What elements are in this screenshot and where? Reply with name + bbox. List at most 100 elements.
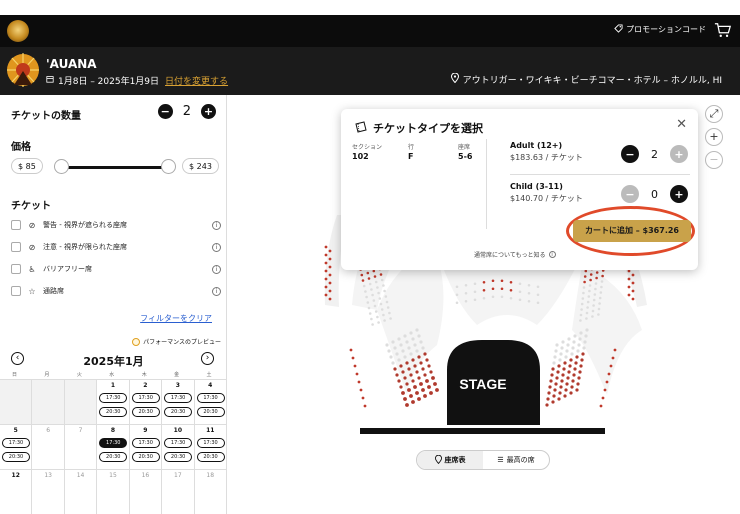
filter-limited-view[interactable]: ⊘ 注意 - 視界が限られた座席 i xyxy=(11,242,221,252)
seat[interactable] xyxy=(609,364,613,368)
checkbox[interactable] xyxy=(11,220,21,230)
seat[interactable] xyxy=(378,297,382,300)
next-month-button[interactable]: › xyxy=(201,352,214,365)
seat[interactable] xyxy=(527,299,531,303)
seat[interactable] xyxy=(583,340,587,344)
seat[interactable] xyxy=(552,361,556,365)
seat[interactable] xyxy=(592,304,595,307)
seat[interactable] xyxy=(370,317,373,321)
showtime-button[interactable]: 20:30 xyxy=(99,407,128,417)
seat[interactable] xyxy=(551,367,555,371)
seat[interactable] xyxy=(631,297,635,301)
seat[interactable] xyxy=(611,356,615,360)
seat[interactable] xyxy=(569,358,573,362)
seat[interactable] xyxy=(388,311,391,315)
seat[interactable] xyxy=(405,361,409,365)
seat[interactable] xyxy=(407,367,411,371)
promo-code-link[interactable]: プロモーションコード xyxy=(614,24,706,35)
seat[interactable] xyxy=(353,364,357,368)
seat[interactable] xyxy=(572,373,576,377)
seat[interactable] xyxy=(389,355,393,359)
calendar-day[interactable]: 8 17:30 20:30 xyxy=(97,425,130,469)
seat[interactable] xyxy=(415,328,419,332)
seat[interactable] xyxy=(371,323,374,326)
seat[interactable] xyxy=(546,397,550,401)
calendar-day[interactable]: 7 xyxy=(65,425,98,469)
seat[interactable] xyxy=(578,370,582,374)
showtime-button[interactable]: 17:30 xyxy=(99,393,128,403)
seat[interactable] xyxy=(627,285,631,289)
seat[interactable] xyxy=(415,349,419,353)
calendar-day[interactable]: 11 17:30 20:30 xyxy=(195,425,227,469)
seat[interactable] xyxy=(500,287,504,291)
seat[interactable] xyxy=(482,296,486,300)
seat[interactable] xyxy=(397,358,401,362)
seat[interactable] xyxy=(377,321,380,324)
showtime-button[interactable]: 20:30 xyxy=(164,452,193,462)
seat[interactable] xyxy=(580,358,584,362)
seat[interactable] xyxy=(581,297,585,300)
change-date-link[interactable]: 日付を変更する xyxy=(165,74,228,87)
seat[interactable] xyxy=(413,385,417,389)
filter-aisle[interactable]: ☆ 通路席 i xyxy=(11,286,221,296)
seat[interactable] xyxy=(417,334,421,338)
seat[interactable] xyxy=(382,284,385,287)
checkbox[interactable] xyxy=(11,264,21,274)
seat[interactable] xyxy=(518,290,522,294)
seat[interactable] xyxy=(584,269,588,273)
clear-filters-link[interactable]: フィルターをクリア xyxy=(140,313,212,324)
seat[interactable] xyxy=(509,296,513,300)
seat[interactable] xyxy=(421,388,425,392)
close-icon[interactable]: ✕ xyxy=(676,117,687,132)
seat[interactable] xyxy=(491,295,495,299)
seat[interactable] xyxy=(372,269,376,273)
seat[interactable] xyxy=(598,296,602,300)
seat[interactable] xyxy=(547,391,551,395)
price-max-field[interactable]: $ 243 xyxy=(182,158,219,174)
seat[interactable] xyxy=(417,397,421,401)
seat[interactable] xyxy=(577,343,581,347)
seat[interactable] xyxy=(371,293,374,297)
zoom-in-button[interactable]: + xyxy=(705,128,723,146)
seat[interactable] xyxy=(366,271,370,275)
seat[interactable] xyxy=(427,385,431,389)
seat[interactable] xyxy=(573,334,577,338)
showtime-button[interactable]: 20:30 xyxy=(196,452,225,462)
seat[interactable] xyxy=(397,379,401,383)
seat[interactable] xyxy=(561,373,565,377)
seat[interactable] xyxy=(588,289,591,293)
seat[interactable] xyxy=(600,280,604,283)
seat[interactable] xyxy=(423,352,427,356)
seat[interactable] xyxy=(413,364,417,368)
seat[interactable] xyxy=(561,340,565,344)
seat[interactable] xyxy=(417,376,421,380)
seat[interactable] xyxy=(397,337,401,341)
seat[interactable] xyxy=(566,343,570,347)
seat[interactable] xyxy=(579,313,583,317)
seat[interactable] xyxy=(328,273,332,277)
seat[interactable] xyxy=(386,306,390,309)
showtime-button[interactable]: 20:30 xyxy=(131,452,160,462)
seat[interactable] xyxy=(556,370,560,374)
checkbox[interactable] xyxy=(11,242,21,252)
seat[interactable] xyxy=(563,361,567,365)
calendar-day[interactable]: 6 xyxy=(32,425,65,469)
seat[interactable] xyxy=(599,404,603,408)
seat[interactable] xyxy=(360,273,364,277)
seat[interactable] xyxy=(566,376,570,380)
seat[interactable] xyxy=(559,385,563,389)
seat[interactable] xyxy=(536,285,540,289)
seat[interactable] xyxy=(395,352,399,356)
calendar-day[interactable]: 4 17:30 20:30 xyxy=(195,380,227,424)
child-decrease-button[interactable]: − xyxy=(621,185,639,203)
seat[interactable] xyxy=(401,391,405,395)
seat[interactable] xyxy=(405,403,409,407)
seat[interactable] xyxy=(563,394,567,398)
seat[interactable] xyxy=(567,337,571,341)
seat[interactable] xyxy=(464,283,468,287)
seat[interactable] xyxy=(409,373,413,377)
seat[interactable] xyxy=(597,313,600,316)
seat[interactable] xyxy=(593,293,597,296)
seat[interactable] xyxy=(579,319,582,322)
showtime-button[interactable]: 17:30 xyxy=(164,438,193,448)
